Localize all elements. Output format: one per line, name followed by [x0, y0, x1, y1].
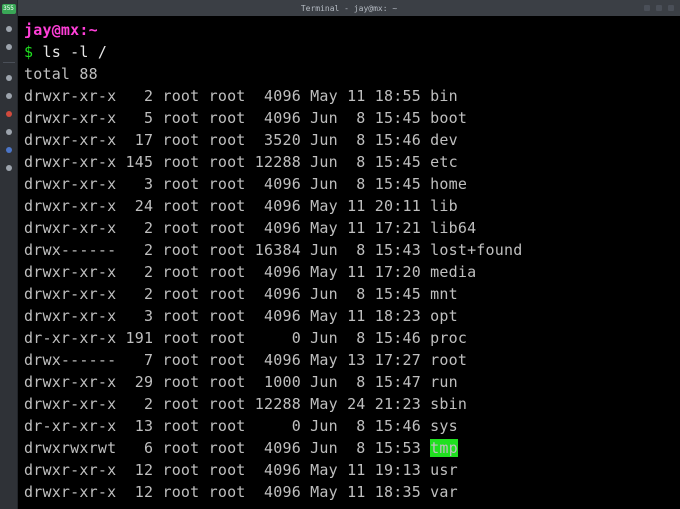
listing-meta: drwxr-xr-x 12 root root 4096 May 11 19:1…: [24, 461, 430, 479]
listing-filename: etc: [430, 153, 458, 171]
listing-meta: drwxr-xr-x 24 root root 4096 May 11 20:1…: [24, 197, 430, 215]
prompt-line: jay@mx:~: [24, 19, 674, 41]
listing-meta: drwx------ 2 root root 16384 Jun 8 15:43: [24, 241, 430, 259]
close-button[interactable]: [668, 5, 674, 11]
listing-filename: sys: [430, 417, 458, 435]
listing-row: drwxr-xr-x 5 root root 4096 Jun 8 15:45 …: [24, 107, 674, 129]
listing-row: drwxr-xr-x 24 root root 4096 May 11 20:1…: [24, 195, 674, 217]
listing-row: drwxr-xr-x 17 root root 3520 Jun 8 15:46…: [24, 129, 674, 151]
dock-launcher-2-icon[interactable]: [6, 44, 12, 50]
listing-filename: tmp: [430, 439, 458, 457]
listing-row: drwxr-xr-x 29 root root 1000 Jun 8 15:47…: [24, 371, 674, 393]
listing-meta: drwxr-xr-x 2 root root 4096 Jun 8 15:45: [24, 285, 430, 303]
listing-filename: var: [430, 483, 458, 501]
listing-filename: bin: [430, 87, 458, 105]
dock-launcher-4-icon[interactable]: [6, 93, 12, 99]
listing-row: drwxr-xr-x 2 root root 4096 May 11 17:21…: [24, 217, 674, 239]
prompt-user-host: jay@mx: [24, 21, 79, 39]
screen: 355 Terminal - jay@mx: ~ jay@mx:~ $ ls -…: [0, 0, 680, 509]
listing-row: drwxrwxrwt 6 root root 4096 Jun 8 15:53 …: [24, 437, 674, 459]
listing-meta: drwxr-xr-x 3 root root 4096 May 11 18:23: [24, 307, 430, 325]
prompt-path: ~: [89, 21, 98, 39]
listing-meta: dr-xr-xr-x 13 root root 0 Jun 8 15:46: [24, 417, 430, 435]
listing-meta: drwxr-xr-x 2 root root 4096 May 11 17:20: [24, 263, 430, 281]
listing-row: drwxr-xr-x 12 root root 4096 May 11 18:3…: [24, 481, 674, 503]
listing-filename: home: [430, 175, 467, 193]
listing-meta: drwxr-xr-x 2 root root 4096 May 11 18:55: [24, 87, 430, 105]
maximize-button[interactable]: [656, 5, 662, 11]
dock-badge[interactable]: 355: [2, 4, 16, 14]
window-titlebar[interactable]: Terminal - jay@mx: ~: [18, 0, 680, 16]
listing-filename: lib64: [430, 219, 476, 237]
listing-filename: opt: [430, 307, 458, 325]
listing-filename: boot: [430, 109, 467, 127]
listing-filename: root: [430, 351, 467, 369]
listing-row: dr-xr-xr-x 13 root root 0 Jun 8 15:46 sy…: [24, 415, 674, 437]
listing-row: drwx------ 2 root root 16384 Jun 8 15:43…: [24, 239, 674, 261]
listing-meta: drwxr-xr-x 2 root root 4096 May 11 17:21: [24, 219, 430, 237]
listing-row: dr-xr-xr-x 191 root root 0 Jun 8 15:46 p…: [24, 327, 674, 349]
listing-row: drwxr-xr-x 2 root root 4096 May 11 18:55…: [24, 85, 674, 107]
listing-filename: run: [430, 373, 458, 391]
listing-filename: mnt: [430, 285, 458, 303]
listing-row: drwxr-xr-x 2 root root 4096 May 11 17:20…: [24, 261, 674, 283]
prompt-dollar: $: [24, 43, 33, 61]
dock-firefox-icon[interactable]: [6, 111, 12, 117]
listing-meta: drwxr-xr-x 3 root root 4096 Jun 8 15:45: [24, 175, 430, 193]
dock-launcher-6-icon[interactable]: [6, 147, 12, 153]
listing-row: drwxr-xr-x 2 root root 4096 Jun 8 15:45 …: [24, 283, 674, 305]
dock-launcher-1-icon[interactable]: [6, 26, 12, 32]
listing-filename: dev: [430, 131, 458, 149]
minimize-button[interactable]: [644, 5, 650, 11]
listing-meta: drwxr-xr-x 17 root root 3520 Jun 8 15:46: [24, 131, 430, 149]
listing-filename: usr: [430, 461, 458, 479]
dock-launcher-7-icon[interactable]: [6, 165, 12, 171]
app-window: Terminal - jay@mx: ~ jay@mx:~ $ ls -l / …: [18, 0, 680, 509]
listing-filename: media: [430, 263, 476, 281]
listing: drwxr-xr-x 2 root root 4096 May 11 18:55…: [24, 85, 674, 503]
dock-launcher-5-icon[interactable]: [6, 129, 12, 135]
listing-row: drwxr-xr-x 2 root root 12288 May 24 21:2…: [24, 393, 674, 415]
command-line: $ ls -l /: [24, 41, 674, 63]
terminal-viewport[interactable]: jay@mx:~ $ ls -l / total 88 drwxr-xr-x 2…: [18, 16, 680, 509]
listing-filename: sbin: [430, 395, 467, 413]
listing-filename: lib: [430, 197, 458, 215]
listing-filename: lost+found: [430, 241, 522, 259]
listing-meta: drwxr-xr-x 145 root root 12288 Jun 8 15:…: [24, 153, 430, 171]
listing-meta: drwxr-xr-x 12 root root 4096 May 11 18:3…: [24, 483, 430, 501]
listing-row: drwxr-xr-x 12 root root 4096 May 11 19:1…: [24, 459, 674, 481]
window-controls: [644, 5, 674, 11]
dock-launcher-3-icon[interactable]: [6, 75, 12, 81]
window-title: Terminal - jay@mx: ~: [301, 4, 397, 13]
dock-separator: [3, 62, 15, 63]
listing-meta: drwxr-xr-x 5 root root 4096 Jun 8 15:45: [24, 109, 430, 127]
listing-row: drwxr-xr-x 145 root root 12288 Jun 8 15:…: [24, 151, 674, 173]
listing-filename: proc: [430, 329, 467, 347]
desktop-dock: 355: [0, 0, 18, 509]
listing-meta: drwxr-xr-x 29 root root 1000 Jun 8 15:47: [24, 373, 430, 391]
listing-meta: dr-xr-xr-x 191 root root 0 Jun 8 15:46: [24, 329, 430, 347]
listing-meta: drwxrwxrwt 6 root root 4096 Jun 8 15:53: [24, 439, 430, 457]
listing-row: drwxr-xr-x 3 root root 4096 Jun 8 15:45 …: [24, 173, 674, 195]
command-text: ls -l /: [42, 43, 107, 61]
total-line: total 88: [24, 63, 674, 85]
listing-row: drwxr-xr-x 3 root root 4096 May 11 18:23…: [24, 305, 674, 327]
listing-meta: drwx------ 7 root root 4096 May 13 17:27: [24, 351, 430, 369]
listing-row: drwx------ 7 root root 4096 May 13 17:27…: [24, 349, 674, 371]
listing-meta: drwxr-xr-x 2 root root 12288 May 24 21:2…: [24, 395, 430, 413]
